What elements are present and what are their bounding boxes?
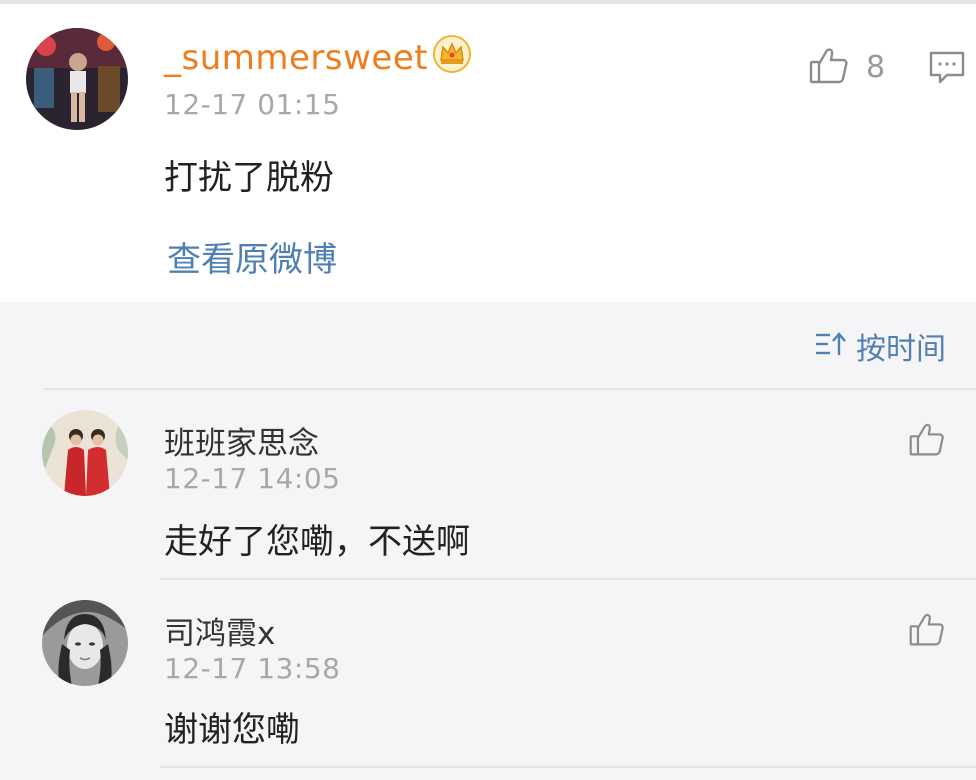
sort-icon	[814, 330, 846, 362]
crown-badge-icon	[432, 34, 472, 74]
username[interactable]: _summersweet	[164, 38, 428, 78]
timestamp: 12-17 13:58	[164, 652, 341, 685]
username[interactable]: 司鸿霞x	[164, 608, 275, 653]
thumbs-up-icon[interactable]	[908, 610, 946, 648]
comment-thread: _summersweet 12-17 01:15 打扰了脱粉 查看原微博 8 按…	[0, 0, 976, 780]
divider	[160, 578, 976, 580]
divider	[44, 388, 976, 390]
comment-icon[interactable]	[928, 48, 966, 86]
avatar[interactable]	[26, 28, 128, 130]
comment-text: 走好了您嘞，不送啊	[164, 522, 470, 562]
sort-label: 按时间	[856, 332, 946, 367]
thumbs-up-icon[interactable]	[808, 44, 850, 86]
like-count: 8	[866, 50, 886, 85]
timestamp: 12-17 14:05	[164, 462, 341, 495]
main-comment: _summersweet 12-17 01:15 打扰了脱粉 查看原微博 8	[0, 4, 976, 302]
sort-toggle[interactable]: 按时间	[814, 326, 946, 367]
timestamp: 12-17 01:15	[164, 88, 341, 121]
avatar[interactable]	[42, 410, 128, 496]
username[interactable]: 班班家思念	[164, 418, 319, 463]
avatar[interactable]	[42, 600, 128, 686]
comment-text: 谢谢您嘞	[164, 710, 300, 750]
divider	[160, 766, 976, 768]
view-original-link[interactable]: 查看原微博	[167, 232, 337, 281]
comment-text: 打扰了脱粉	[164, 158, 334, 198]
thumbs-up-icon[interactable]	[908, 420, 946, 458]
